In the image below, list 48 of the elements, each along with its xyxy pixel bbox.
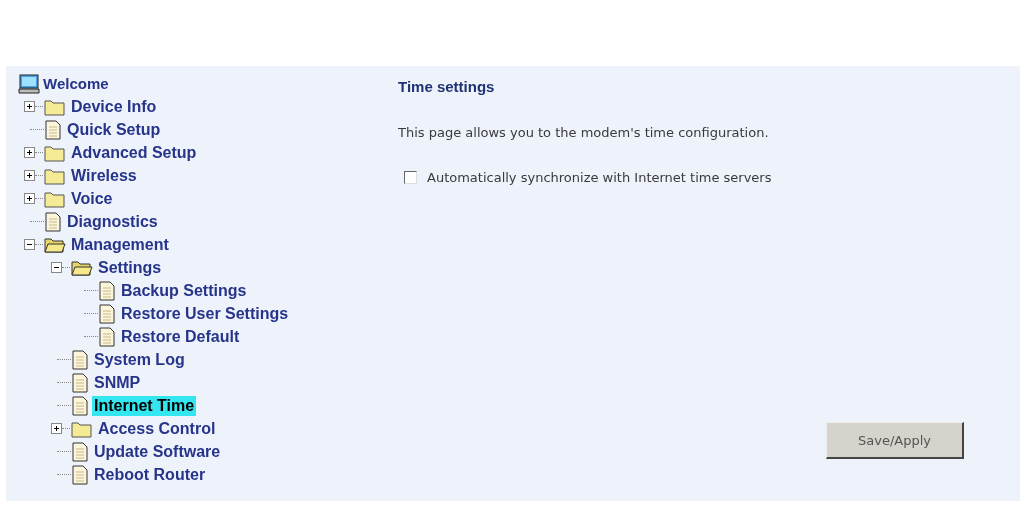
document-icon [98, 280, 116, 301]
tree-item[interactable]: Diagnostics [65, 211, 160, 232]
tree-item[interactable]: Reboot Router [92, 464, 208, 485]
tree-item[interactable]: Wireless [69, 165, 139, 186]
tree-item[interactable]: Internet Time [92, 395, 197, 416]
tree-item[interactable]: Restore Default [119, 326, 242, 347]
checkbox[interactable] [404, 171, 417, 184]
expand-icon[interactable] [24, 101, 35, 112]
computer-icon [18, 73, 40, 94]
document-icon [71, 395, 89, 416]
document-icon [44, 119, 62, 140]
tree-item[interactable]: Restore User Settings [119, 303, 291, 324]
tree-item[interactable]: Settings [96, 257, 164, 278]
document-icon [71, 372, 89, 393]
expand-icon[interactable] [51, 423, 62, 434]
document-icon [71, 464, 89, 485]
page-title: Time settings [398, 78, 496, 95]
collapse-icon[interactable] [24, 239, 35, 250]
tree-item[interactable]: Backup Settings [119, 280, 249, 301]
open-folder-icon [44, 235, 66, 254]
tree-item[interactable]: Voice [69, 188, 115, 209]
tree-item[interactable]: System Log [92, 349, 187, 370]
document-icon [98, 303, 116, 324]
folder-icon [44, 143, 66, 162]
tree-item[interactable]: Advanced Setup [69, 142, 199, 163]
document-icon [71, 441, 89, 462]
expand-icon[interactable] [24, 147, 35, 158]
tree-item[interactable]: Access Control [96, 418, 218, 439]
folder-icon [44, 166, 66, 185]
checkbox-label: Automatically synchronize with Internet time servers [427, 170, 772, 185]
document-icon [98, 326, 116, 347]
tree-item[interactable]: Update Software [92, 441, 223, 462]
folder-icon [44, 189, 66, 208]
open-folder-icon [71, 258, 93, 277]
save-apply-button[interactable]: Save/Apply [826, 422, 964, 459]
tree-item[interactable]: Management [69, 234, 171, 255]
tree-item[interactable]: Quick Setup [65, 119, 163, 140]
collapse-icon[interactable] [51, 262, 62, 273]
folder-icon [71, 419, 93, 438]
folder-icon [44, 97, 66, 116]
document-icon [71, 349, 89, 370]
page-description: This page allows you to the modem's time configuration. [398, 125, 770, 140]
document-icon [44, 211, 62, 232]
tree-item[interactable]: SNMP [92, 372, 143, 393]
tree-item[interactable]: Welcome [41, 73, 111, 94]
tree-item[interactable]: Device Info [69, 96, 159, 117]
expand-icon[interactable] [24, 193, 35, 204]
expand-icon[interactable] [24, 170, 35, 181]
